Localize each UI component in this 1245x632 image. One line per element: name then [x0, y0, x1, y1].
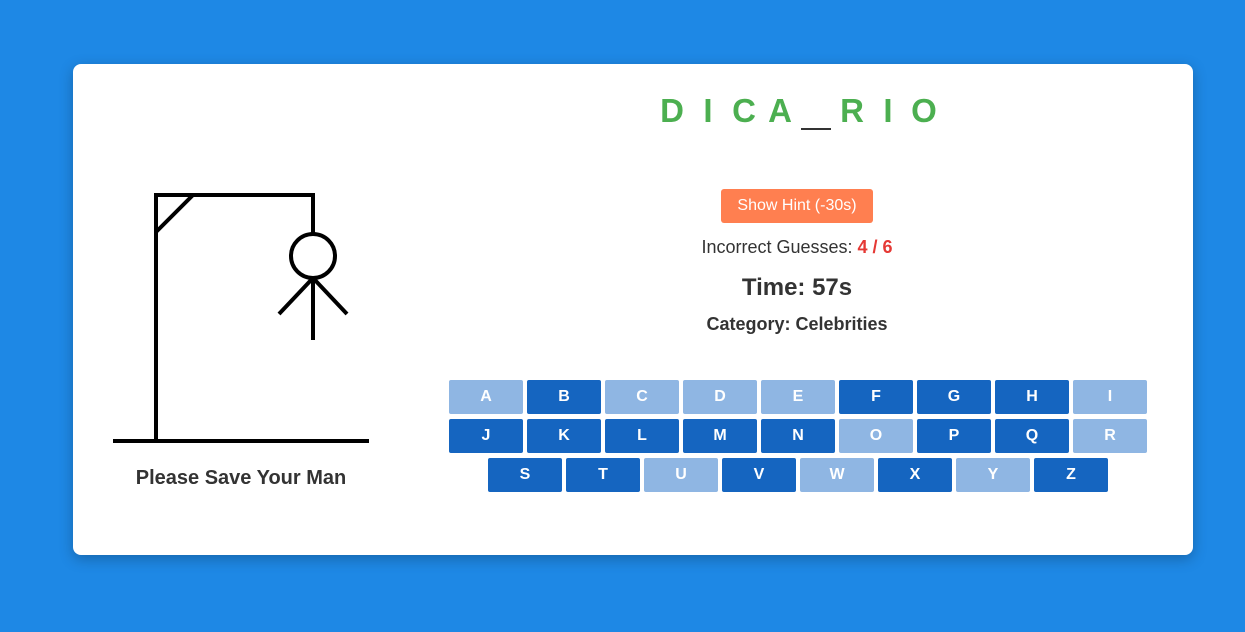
word-letter: R: [840, 92, 864, 129]
hangman-right-arm: [311, 276, 349, 316]
key-p[interactable]: P: [917, 419, 991, 453]
hangman-drawing: [113, 193, 369, 443]
key-q[interactable]: Q: [995, 419, 1069, 453]
key-v[interactable]: V: [722, 458, 796, 492]
category-label: Category: Celebrities: [706, 314, 888, 334]
keyboard-row: JKLMNOPQR: [446, 419, 1150, 453]
key-l[interactable]: L: [605, 419, 679, 453]
key-s[interactable]: S: [488, 458, 562, 492]
key-b[interactable]: B: [527, 380, 601, 414]
key-w: W: [800, 458, 874, 492]
key-x[interactable]: X: [878, 458, 952, 492]
key-o: O: [839, 419, 913, 453]
key-e: E: [761, 380, 835, 414]
key-r: R: [1073, 419, 1147, 453]
keyboard-row: ABCDEFGHI: [446, 380, 1150, 414]
key-n[interactable]: N: [761, 419, 835, 453]
incorrect-guesses: Incorrect Guesses: 4 / 6: [597, 237, 997, 258]
key-j[interactable]: J: [449, 419, 523, 453]
word-letter: C: [732, 92, 756, 129]
letter-keyboard: ABCDEFGHI JKLMNOPQR STUVWXYZ: [446, 380, 1150, 497]
key-c: C: [605, 380, 679, 414]
word-letter: I: [883, 92, 893, 129]
key-d: D: [683, 380, 757, 414]
key-f[interactable]: F: [839, 380, 913, 414]
word-blank-slot: [801, 92, 831, 130]
gallows-panel: Please Save Your Man: [73, 64, 433, 555]
incorrect-guesses-count: 4 / 6: [857, 237, 893, 257]
gallows-brace: [154, 193, 195, 234]
key-z[interactable]: Z: [1034, 458, 1108, 492]
game-card: Please Save Your Man DICARIO Show Hint (…: [73, 64, 1193, 555]
word-letter: D: [660, 92, 684, 129]
keyboard-row: STUVWXYZ: [446, 458, 1150, 492]
word-letter: I: [703, 92, 713, 129]
key-t[interactable]: T: [566, 458, 640, 492]
word-display: DICARIO: [613, 92, 983, 132]
timer: Time: 57s: [741, 274, 853, 301]
word-letter: O: [911, 92, 937, 129]
key-y: Y: [956, 458, 1030, 492]
key-i: I: [1073, 380, 1147, 414]
save-caption: Please Save Your Man: [135, 467, 347, 489]
show-hint-button[interactable]: Show Hint (-30s): [721, 189, 873, 223]
word-letter: A: [768, 92, 792, 129]
key-a: A: [449, 380, 523, 414]
key-g[interactable]: G: [917, 380, 991, 414]
incorrect-guesses-label: Incorrect Guesses:: [701, 237, 858, 257]
hangman-left-arm: [277, 276, 315, 316]
key-k[interactable]: K: [527, 419, 601, 453]
key-m[interactable]: M: [683, 419, 757, 453]
key-u: U: [644, 458, 718, 492]
hangman-head: [289, 232, 337, 280]
key-h[interactable]: H: [995, 380, 1069, 414]
